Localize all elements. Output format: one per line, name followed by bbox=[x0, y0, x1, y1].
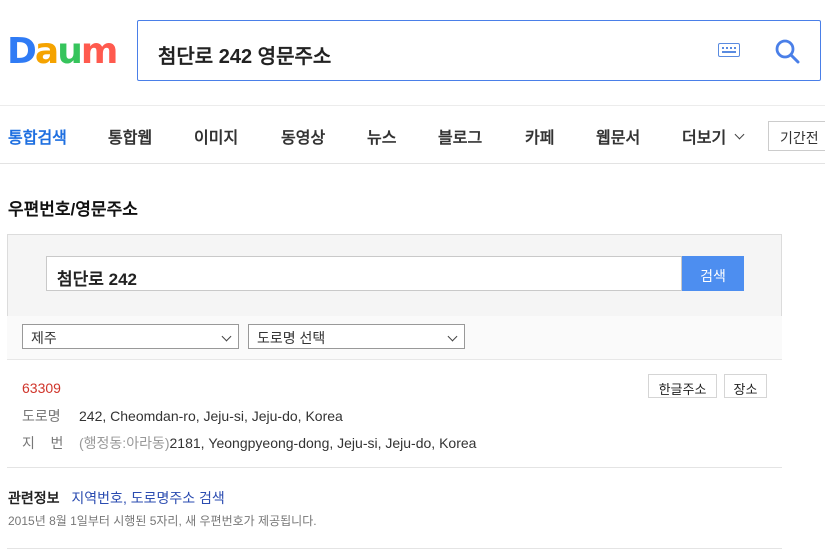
tab-more[interactable]: 더보기 bbox=[682, 124, 745, 148]
lot-address-row: 지 번 (행정동:아라동)2181, Yeongpyeong-dong, Jeju… bbox=[22, 433, 476, 453]
region-select-value: 제주 bbox=[31, 330, 57, 346]
zipcode-search-input[interactable]: 첨단로 242 bbox=[46, 256, 682, 291]
logo-letter-a: a bbox=[34, 31, 59, 72]
filter-row: 제주 도로명 선택 bbox=[7, 316, 782, 360]
related-info-label: 관련정보 bbox=[8, 490, 60, 506]
logo-letter-m: m bbox=[80, 31, 118, 72]
zipcode-search-button[interactable]: 검색 bbox=[682, 256, 744, 291]
keyboard-icon[interactable] bbox=[718, 43, 740, 57]
daum-logo[interactable]: D a u m bbox=[7, 30, 118, 72]
korean-address-button[interactable]: 한글주소 bbox=[648, 374, 717, 398]
zipcode[interactable]: 63309 bbox=[22, 380, 61, 396]
road-address-search-link[interactable]: 도로명주소 검색 bbox=[131, 490, 225, 506]
related-separator: , bbox=[122, 490, 131, 506]
logo-letter-d: D bbox=[7, 31, 37, 72]
lot-address-label: 지 번 bbox=[22, 435, 64, 451]
road-select-value: 도로명 선택 bbox=[257, 330, 326, 346]
tab-more-label: 더보기 bbox=[682, 130, 727, 147]
place-button[interactable]: 장소 bbox=[724, 374, 767, 398]
region-select[interactable]: 제주 bbox=[22, 324, 239, 349]
area-code-link[interactable]: 지역번호 bbox=[71, 490, 123, 506]
header: D a u m 첨단로 242 영문주소 bbox=[0, 0, 825, 106]
lot-address-value: 2181, Yeongpyeong-dong, Jeju-si, Jeju-do… bbox=[169, 435, 477, 451]
search-icon[interactable] bbox=[774, 38, 800, 64]
logo-letter-u: u bbox=[57, 31, 83, 72]
tab-cafe[interactable]: 카페 bbox=[525, 124, 554, 148]
tab-news[interactable]: 뉴스 bbox=[367, 124, 396, 148]
search-tabs: 통합검색 통합웹 이미지 동영상 뉴스 블로그 카페 웹문서 더보기 기간전 bbox=[0, 105, 825, 164]
tab-images[interactable]: 이미지 bbox=[194, 124, 238, 148]
chevron-down-icon bbox=[734, 129, 745, 139]
zipcode-note: 2015년 8월 1일부터 시행된 5자리, 새 우편번호가 제공됩니다. bbox=[8, 514, 317, 528]
road-address-value: 242, Cheomdan-ro, Jeju-si, Jeju-do, Kore… bbox=[79, 408, 343, 424]
chevron-down-icon bbox=[221, 331, 232, 342]
road-address-row: 도로명 242, Cheomdan-ro, Jeju-si, Jeju-do, K… bbox=[22, 406, 343, 426]
address-result: 63309 한글주소 장소 도로명 242, Cheomdan-ro, Jeju-… bbox=[7, 360, 782, 468]
tab-videos[interactable]: 동영상 bbox=[281, 124, 325, 148]
divider bbox=[7, 548, 782, 549]
chevron-down-icon bbox=[447, 331, 458, 342]
road-select[interactable]: 도로명 선택 bbox=[248, 324, 465, 349]
related-info: 관련정보 지역번호, 도로명주소 검색 bbox=[8, 488, 225, 508]
section-title: 우편번호/영문주소 bbox=[8, 200, 138, 219]
lot-address-prefix: (행정동:아라동) bbox=[79, 435, 170, 451]
tab-integrated-web[interactable]: 통합웹 bbox=[108, 124, 152, 148]
tab-integrated-search[interactable]: 통합검색 bbox=[8, 124, 67, 148]
tab-web-documents[interactable]: 웹문서 bbox=[596, 124, 640, 148]
road-address-label: 도로명 bbox=[22, 408, 61, 424]
search-input[interactable]: 첨단로 242 영문주소 bbox=[137, 20, 821, 81]
tab-blog[interactable]: 블로그 bbox=[438, 124, 482, 148]
period-filter-button[interactable]: 기간전 bbox=[768, 121, 825, 151]
search-query-text: 첨단로 242 영문주소 bbox=[158, 46, 332, 68]
